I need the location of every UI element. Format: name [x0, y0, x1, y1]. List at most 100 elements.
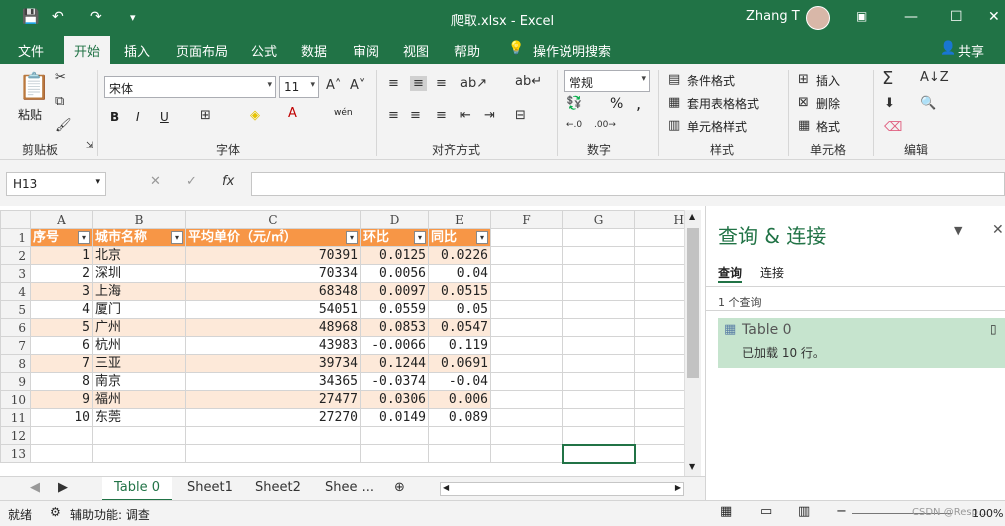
cell[interactable]: [634, 390, 687, 409]
cell[interactable]: [634, 246, 687, 265]
cell[interactable]: 10: [30, 408, 93, 427]
preview-icon[interactable]: ▯: [990, 322, 997, 336]
pane-close-icon[interactable]: ✕: [992, 222, 1004, 238]
cell[interactable]: 0.0547: [428, 318, 491, 337]
cell[interactable]: [562, 282, 635, 301]
cell[interactable]: [490, 390, 563, 409]
shrink-font-icon[interactable]: A˅: [350, 78, 365, 93]
cell[interactable]: [428, 444, 491, 463]
cell[interactable]: [490, 300, 563, 319]
cell[interactable]: 0.0149: [360, 408, 429, 427]
cell[interactable]: 54051: [185, 300, 361, 319]
delete-cells-icon[interactable]: ⊠: [798, 95, 809, 110]
align-middle-icon[interactable]: ≡: [410, 76, 427, 91]
find-select-icon[interactable]: 🔍: [920, 96, 936, 111]
selected-cell[interactable]: [561, 443, 636, 464]
cell[interactable]: [562, 354, 635, 373]
cell[interactable]: [634, 336, 687, 355]
cell[interactable]: [490, 372, 563, 391]
column-header[interactable]: H: [634, 210, 687, 229]
row-header[interactable]: 9: [0, 372, 31, 391]
cell[interactable]: [562, 246, 635, 265]
next-sheet-icon[interactable]: ▶: [46, 477, 80, 501]
cell[interactable]: [634, 354, 687, 373]
cell[interactable]: 1: [30, 246, 93, 265]
cell[interactable]: [92, 444, 186, 463]
cell[interactable]: 厦门: [92, 300, 186, 319]
cell[interactable]: 39734: [185, 354, 361, 373]
cell[interactable]: 福州: [92, 390, 186, 409]
font-color-icon[interactable]: A: [288, 106, 297, 121]
cell[interactable]: 0.0226: [428, 246, 491, 265]
cell[interactable]: [490, 444, 563, 463]
enter-icon[interactable]: ✓: [186, 174, 197, 189]
conditional-format-button[interactable]: 条件格式: [687, 72, 735, 89]
cell[interactable]: [634, 300, 687, 319]
sheet-tab-more[interactable]: Shee ...: [313, 477, 386, 501]
insert-function-button[interactable]: fx: [222, 174, 234, 189]
filter-dropdown-icon[interactable]: ▾: [171, 231, 183, 244]
cell[interactable]: 0.0125: [360, 246, 429, 265]
normal-view-icon[interactable]: ▦: [720, 504, 732, 519]
vertical-scrollbar[interactable]: ▲ ▼: [684, 210, 701, 476]
column-header[interactable]: G: [562, 210, 635, 229]
cell[interactable]: 0.0306: [360, 390, 429, 409]
cell[interactable]: [562, 336, 635, 355]
wrap-text-icon[interactable]: ab↵: [515, 74, 542, 89]
cell[interactable]: [562, 390, 635, 409]
pane-tab-queries[interactable]: 查询: [718, 264, 743, 283]
header-cell[interactable]: 环比 ▾: [360, 228, 429, 247]
header-cell[interactable]: 同比 ▾: [428, 228, 491, 247]
tell-me-search[interactable]: 操作说明搜索: [533, 41, 611, 60]
cell[interactable]: [428, 426, 491, 445]
row-header[interactable]: 4: [0, 282, 31, 301]
user-name[interactable]: Zhang T: [746, 9, 800, 24]
pane-options-icon[interactable]: ▼: [954, 224, 962, 237]
conditional-format-icon[interactable]: ▤: [668, 72, 680, 87]
row-header[interactable]: 10: [0, 390, 31, 409]
column-header[interactable]: C: [185, 210, 361, 229]
dialog-launcher-icon[interactable]: ⇲: [86, 141, 94, 151]
cell[interactable]: [634, 282, 687, 301]
merge-center-icon[interactable]: ⊟: [515, 108, 526, 123]
cell[interactable]: [490, 336, 563, 355]
cell[interactable]: -0.0066: [360, 336, 429, 355]
cell[interactable]: 70334: [185, 264, 361, 283]
cell[interactable]: [562, 300, 635, 319]
minimize-icon[interactable]: —: [904, 9, 918, 25]
scroll-down-icon[interactable]: ▼: [689, 462, 695, 471]
cell[interactable]: [562, 264, 635, 283]
cell[interactable]: [562, 408, 635, 427]
row-header[interactable]: 2: [0, 246, 31, 265]
cell[interactable]: -0.04: [428, 372, 491, 391]
grow-font-icon[interactable]: A˄: [326, 78, 341, 93]
query-item[interactable]: ▦ Table 0 已加载 10 行。 ▯: [718, 318, 1005, 368]
header-cell[interactable]: 平均单价（元/㎡） ▾: [185, 228, 361, 247]
cell[interactable]: [185, 426, 361, 445]
zoom-out-icon[interactable]: −: [836, 504, 847, 519]
cell[interactable]: 6: [30, 336, 93, 355]
decrease-indent-icon[interactable]: ⇤: [460, 108, 471, 123]
cell[interactable]: [562, 372, 635, 391]
row-header[interactable]: 11: [0, 408, 31, 427]
filter-dropdown-icon[interactable]: ▾: [414, 231, 426, 244]
underline-button[interactable]: U: [160, 110, 169, 124]
align-bottom-icon[interactable]: ≡: [436, 76, 447, 91]
cell[interactable]: 0.1244: [360, 354, 429, 373]
close-icon[interactable]: ✕: [988, 9, 1000, 25]
cell[interactable]: [92, 426, 186, 445]
cell[interactable]: [490, 318, 563, 337]
format-painter-icon[interactable]: 🖌: [55, 118, 72, 133]
cell[interactable]: 7: [30, 354, 93, 373]
filter-dropdown-icon[interactable]: ▾: [476, 231, 488, 244]
cell[interactable]: [30, 444, 93, 463]
row-header[interactable]: 8: [0, 354, 31, 373]
cell[interactable]: 0.0691: [428, 354, 491, 373]
name-box[interactable]: H13 ▾: [6, 172, 106, 196]
page-break-view-icon[interactable]: ▥: [798, 504, 810, 519]
share-button[interactable]: 共享: [958, 41, 984, 60]
cell[interactable]: [490, 426, 563, 445]
cell[interactable]: 0.0056: [360, 264, 429, 283]
column-header[interactable]: A: [30, 210, 93, 229]
scroll-thumb[interactable]: [687, 228, 699, 378]
